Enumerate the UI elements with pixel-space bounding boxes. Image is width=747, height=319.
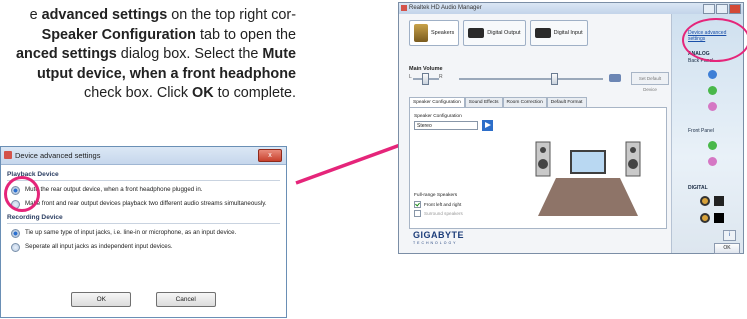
- gigabyte-logo-sub: TECHNOLOGY: [413, 241, 458, 245]
- fullrange-label: Full-range Speakers: [414, 193, 458, 198]
- back-jack-pink-icon[interactable]: [708, 102, 717, 111]
- front-lr-checkbox[interactable]: Front left and right: [414, 201, 461, 208]
- tab-digital-output[interactable]: Digital Output: [463, 20, 526, 46]
- maximize-button[interactable]: [716, 4, 728, 14]
- speaker-icon: [414, 24, 428, 42]
- tab-digital-input[interactable]: Digital Input: [529, 20, 588, 46]
- front-jack-pink-icon[interactable]: [708, 157, 717, 166]
- digital-output-icon: [468, 28, 485, 38]
- surround-checkbox[interactable]: Surround speakers: [414, 210, 463, 217]
- highlight-ellipse: [682, 18, 747, 62]
- balance-label-right: R: [439, 74, 443, 80]
- set-default-device-button[interactable]: Set Default Device: [631, 72, 669, 92]
- close-button[interactable]: [729, 4, 741, 14]
- volume-slider[interactable]: [459, 78, 603, 80]
- speaker-config-label: Speaker Configuration: [414, 114, 462, 119]
- back-jack-blue-icon[interactable]: [708, 70, 717, 79]
- minimize-button[interactable]: [703, 4, 715, 14]
- subtab-default-format[interactable]: Default Format: [546, 97, 587, 107]
- back-jack-green-icon[interactable]: [708, 86, 717, 95]
- tab-label: Digital Output: [487, 30, 521, 36]
- gigabyte-logo: GIGABYTE: [413, 230, 465, 240]
- main-panel: Speakers Digital Output Digital Input Ma…: [399, 14, 672, 253]
- volume-slider-thumb[interactable]: [551, 73, 558, 85]
- speaker-config-select[interactable]: Stereo: [414, 121, 478, 130]
- subtab-room-correction[interactable]: Room Correction: [502, 97, 547, 107]
- digital-heading: DIGITAL: [688, 185, 708, 191]
- subtab-speaker-configuration[interactable]: Speaker Configuration: [409, 97, 465, 107]
- main-volume-label: Main Volume: [409, 66, 443, 72]
- checkbox-label: Surround speakers: [424, 211, 463, 216]
- checkbox[interactable]: [414, 201, 421, 208]
- front-jack-green-icon[interactable]: [708, 141, 717, 150]
- ok-button[interactable]: OK: [714, 243, 740, 254]
- checkbox[interactable]: [414, 210, 421, 217]
- front-panel-label: Front Panel: [688, 128, 714, 134]
- tab-label: Speakers: [431, 30, 455, 36]
- tab-label: Digital Input: [553, 30, 583, 36]
- tab-speakers[interactable]: Speakers: [409, 20, 460, 46]
- balance-label-left: L: [409, 74, 412, 80]
- optical-jack-icon-2[interactable]: [714, 213, 724, 223]
- speaker-icon: [401, 5, 407, 11]
- window-title: Realtek HD Audio Manager: [409, 5, 482, 11]
- room-floor-illustration: [535, 141, 641, 216]
- window-titlebar: Realtek HD Audio Manager: [399, 3, 743, 14]
- info-button[interactable]: i: [723, 230, 736, 241]
- digital-input-icon: [534, 28, 551, 38]
- balance-slider-thumb[interactable]: [422, 73, 429, 85]
- speaker-configuration-panel: Speaker Configuration Stereo Full-range …: [409, 107, 667, 229]
- optical-jack-icon[interactable]: [714, 196, 724, 206]
- checkbox-label: Front left and right: [424, 202, 462, 207]
- mute-button[interactable]: [609, 74, 621, 82]
- coaxial-jack-icon-2[interactable]: [700, 213, 710, 223]
- play-test-icon[interactable]: [482, 120, 493, 131]
- coaxial-jack-icon[interactable]: [700, 196, 710, 206]
- subtab-sound-effects[interactable]: Sound Effects: [464, 97, 503, 107]
